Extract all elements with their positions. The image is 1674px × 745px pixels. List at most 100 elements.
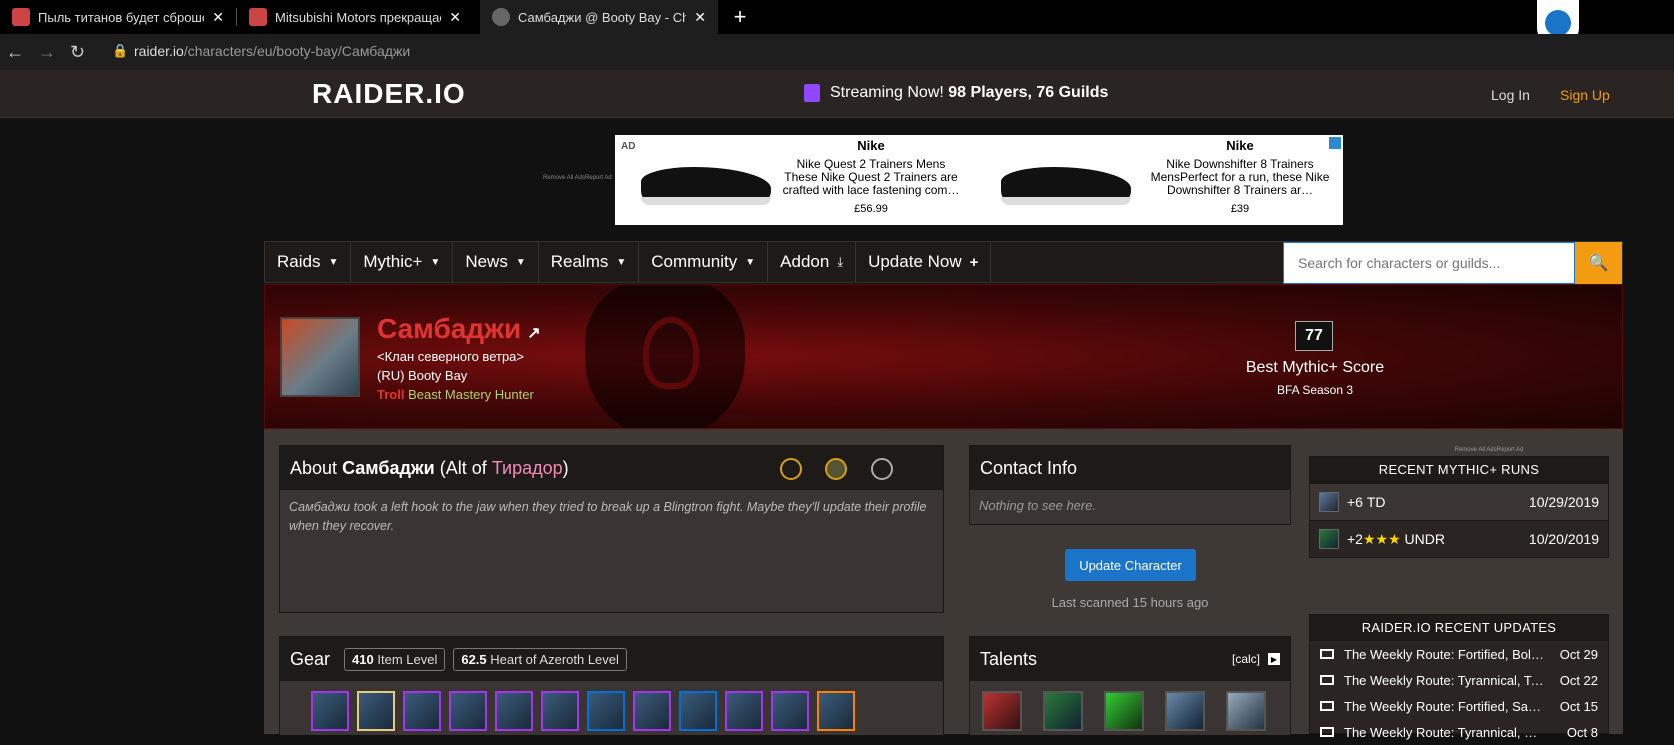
gear-item-waist-icon[interactable] xyxy=(633,691,671,731)
wowprogress-icon[interactable] xyxy=(871,458,893,480)
caret-down-icon: ▼ xyxy=(745,256,756,268)
update-date: Oct 22 xyxy=(1559,672,1598,688)
site-logo[interactable]: RAIDER.IO xyxy=(272,78,466,317)
browser-tab-2[interactable]: Mitsubishi Motors прекращает с ✕ xyxy=(237,0,473,34)
gear-item-finger-icon[interactable] xyxy=(771,691,809,731)
product-brand: Nike xyxy=(857,138,885,153)
update-character-button[interactable]: Update Character xyxy=(1065,549,1196,581)
talent-calc-link[interactable]: [calc] xyxy=(1232,652,1260,666)
streaming-now-link[interactable]: Streaming Now! 98 Players, 76 Guilds xyxy=(804,84,1108,102)
update-item[interactable]: The Weekly Route: Tyrannical, Ra… Oct 8 xyxy=(1310,719,1608,745)
nav-realms[interactable]: Realms ▼ xyxy=(539,242,640,282)
talent-paw-icon[interactable] xyxy=(1043,691,1083,731)
login-link[interactable]: Log In xyxy=(1491,87,1530,103)
ad-remove-link[interactable]: Remove All AdsReport Ad xyxy=(543,175,612,181)
caret-down-icon: ▼ xyxy=(430,256,441,268)
search-button[interactable]: 🔍 xyxy=(1575,242,1622,284)
gear-item-chest-icon[interactable] xyxy=(495,691,533,731)
streaming-label: Streaming Now! xyxy=(830,84,944,101)
sidebar-ad-remove-link[interactable]: Remove All AdsReport Ad xyxy=(1349,447,1629,453)
close-icon[interactable]: ✕ xyxy=(212,9,224,26)
gear-item-head-icon[interactable] xyxy=(311,691,349,731)
gear-item-trinket-icon[interactable] xyxy=(817,691,855,731)
update-item[interactable]: The Weekly Route: Fortified, San… Oct 15 xyxy=(1310,693,1608,719)
talent-claw-icon[interactable] xyxy=(982,691,1022,731)
gear-item-back-icon[interactable] xyxy=(449,691,487,731)
run-date: 10/29/2019 xyxy=(1528,494,1599,510)
browser-tab-3-active[interactable]: Самбаджи @ Booty Bay - Charac ✕ xyxy=(480,0,718,34)
favicon-icon xyxy=(12,8,30,26)
lock-icon[interactable]: 🔒 xyxy=(112,43,128,59)
url-field[interactable]: raider.io/characters/eu/booty-bay/Самбад… xyxy=(134,43,410,59)
close-icon[interactable]: ✕ xyxy=(449,9,461,26)
forward-icon[interactable]: → xyxy=(38,42,56,63)
nav-raids[interactable]: Raids ▼ xyxy=(265,242,352,282)
dungeon-td-icon xyxy=(1319,492,1339,512)
gear-header: Gear 410 Item Level 62.5 Heart of Azerot… xyxy=(280,637,943,681)
run-row[interactable]: +6 TD 10/29/2019 xyxy=(1310,483,1608,520)
signup-link[interactable]: Sign Up xyxy=(1560,87,1610,103)
nav-mythic-plus[interactable]: Mythic+ ▼ xyxy=(351,242,454,282)
browser-tab-bar: Пыль титанов будет сброшена с ✕ Mitsubis… xyxy=(0,0,1674,46)
nav-label: Realms xyxy=(550,252,609,271)
product-price: £56.99 xyxy=(854,203,888,215)
streaming-counts: 98 Players, 76 Guilds xyxy=(948,84,1109,101)
talent-boot-icon[interactable] xyxy=(1226,691,1266,731)
update-date: Oct 29 xyxy=(1559,646,1598,662)
run-row[interactable]: +2 ★★★ UNDR 10/20/2019 xyxy=(1310,520,1608,557)
gear-item-shoulder-icon[interactable] xyxy=(403,691,441,731)
talents-header: Talents [calc] ▶ xyxy=(970,637,1290,681)
warcraftlogs-icon[interactable] xyxy=(825,458,847,480)
gear-item-feet-icon[interactable] xyxy=(725,691,763,731)
update-item[interactable]: The Weekly Route: Fortified, Bols… Oct 29 xyxy=(1310,641,1608,667)
caret-down-icon: ▼ xyxy=(515,256,526,268)
run-level: +6 xyxy=(1347,494,1363,510)
run-level: +2 xyxy=(1347,531,1363,547)
play-icon[interactable]: ▶ xyxy=(1268,653,1280,665)
back-icon[interactable]: ← xyxy=(6,42,24,63)
gear-item-legs-icon[interactable] xyxy=(679,691,717,731)
character-realm[interactable]: (RU) Booty Bay xyxy=(377,368,467,383)
character-race: Troll xyxy=(377,387,405,402)
profile-content: About Самбаджи (Alt of Тирадор) Самбаджи… xyxy=(264,429,1623,740)
character-avatar xyxy=(280,317,360,397)
browser-tab-1[interactable]: Пыль титанов будет сброшена с ✕ xyxy=(0,0,236,34)
gear-title: Gear xyxy=(290,648,331,669)
character-guild[interactable]: <Клан северного ветра> xyxy=(377,349,524,364)
new-tab-icon[interactable]: + xyxy=(728,0,752,34)
nav-update-now[interactable]: Update Now + xyxy=(856,242,992,282)
tab-title: Mitsubishi Motors прекращает с xyxy=(275,9,441,25)
external-link-icon[interactable]: ↗ xyxy=(527,325,540,342)
run-dungeon: TD xyxy=(1366,494,1386,510)
talents-panel: Talents [calc] ▶ xyxy=(969,636,1291,735)
talents-title: Talents xyxy=(980,648,1038,669)
reload-icon[interactable]: ↻ xyxy=(70,42,85,63)
talent-beast-icon[interactable] xyxy=(1104,691,1144,731)
recent-updates-title: RAIDER.IO RECENT UPDATES xyxy=(1310,615,1608,641)
ad-product-1[interactable]: Nike Nike Quest 2 Trainers Mens These Ni… xyxy=(781,139,961,216)
ad-banner[interactable]: AD Nike Nike Quest 2 Trainers Mens These… xyxy=(615,135,1343,225)
product-desc: Nike Downshifter 8 Trainers MensPerfect … xyxy=(1150,157,1330,197)
site-header: RAIDER.IO Streaming Now! 98 Players, 76 … xyxy=(0,70,1674,317)
nav-community[interactable]: Community ▼ xyxy=(639,242,769,282)
close-icon[interactable]: ✕ xyxy=(694,9,706,26)
article-icon xyxy=(1320,649,1334,659)
contact-header: Contact Info xyxy=(970,446,1290,490)
nav-label: Update Now xyxy=(868,252,962,271)
adchoices-icon[interactable] xyxy=(1329,137,1341,149)
item-level-badge: 410 Item Level xyxy=(344,647,446,671)
gear-item-hands-icon[interactable] xyxy=(587,691,625,731)
search-input[interactable] xyxy=(1283,242,1575,284)
update-item[interactable]: The Weekly Route: Tyrannical, Te… Oct 22 xyxy=(1310,667,1608,693)
caret-down-icon: ▼ xyxy=(328,256,339,268)
character-name-text: Самбаджи xyxy=(377,313,522,344)
nav-news[interactable]: News ▼ xyxy=(453,242,539,282)
gear-item-neck-icon[interactable] xyxy=(357,691,395,731)
talent-arrow-icon[interactable] xyxy=(1165,691,1205,731)
alt-suffix: ) xyxy=(562,457,569,478)
ad-product-2[interactable]: Nike Nike Downshifter 8 Trainers MensPer… xyxy=(1150,139,1330,216)
alt-character-link[interactable]: Тирадор xyxy=(492,458,563,479)
gear-item-wrist-icon[interactable] xyxy=(541,691,579,731)
wow-armory-icon[interactable] xyxy=(780,458,802,480)
nav-addon[interactable]: Addon ⤓ xyxy=(768,242,857,282)
